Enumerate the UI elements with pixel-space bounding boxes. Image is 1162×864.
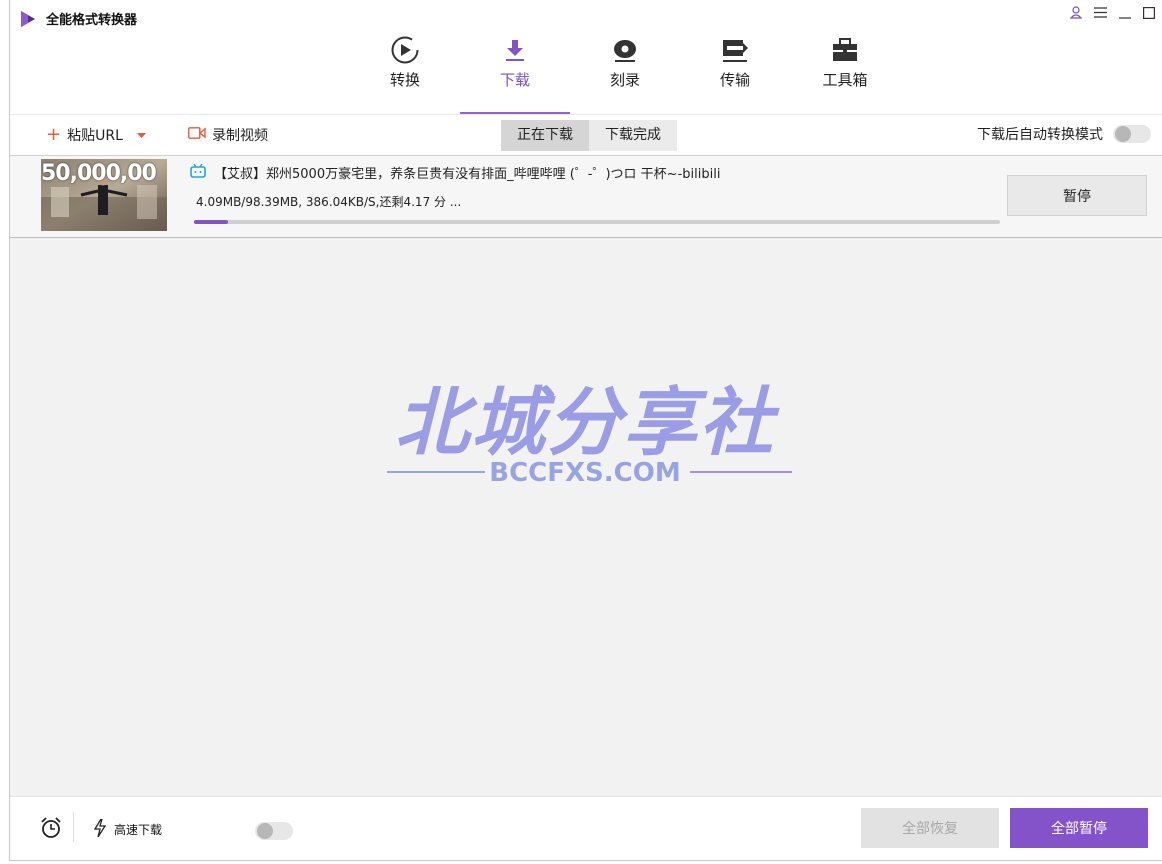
download-title-row: 【艾叔】郑州5000万豪宅里，养条巨贵有没有排面_哔哩哔哩 (゜-゜)つロ 干杯… — [190, 163, 720, 182]
download-progress-fill — [194, 220, 228, 224]
minimize-icon[interactable] — [1119, 7, 1131, 23]
paste-url-button[interactable]: + 粘贴URL — [46, 125, 146, 145]
maximize-icon[interactable] — [1143, 6, 1156, 23]
nav-download[interactable]: 下载 — [460, 34, 570, 114]
footer-bar: 高速下载 全部恢复 全部暂停 — [10, 796, 1162, 860]
convert-icon — [390, 34, 420, 66]
user-account-icon[interactable] — [1069, 6, 1083, 23]
tab-download-complete[interactable]: 下载完成 — [589, 120, 677, 151]
app-logo-icon — [21, 10, 35, 27]
nav-toolbox-label: 工具箱 — [822, 71, 868, 89]
watermark-subtitle: BCCFXS.COM — [489, 458, 681, 488]
auto-convert-setting: 下载后自动转换模式 — [977, 124, 1151, 144]
footer-divider — [73, 812, 74, 842]
watermark: 北城分享社 BCCFXS.COM — [360, 383, 810, 493]
nav-burn-label: 刻录 — [609, 71, 640, 89]
download-toolbar: + 粘贴URL 录制视频 正在下载 下载完成 下载后自动转换模式 — [10, 115, 1162, 156]
auto-convert-label: 下载后自动转换模式 — [977, 127, 1103, 143]
high-speed-label: 高速下载 — [114, 823, 163, 837]
alarm-clock-icon[interactable] — [40, 817, 62, 843]
record-video-label: 录制视频 — [212, 128, 268, 144]
resume-all-button[interactable]: 全部恢复 — [861, 808, 999, 848]
paste-url-label: 粘贴URL — [67, 128, 123, 144]
app-window: 全能格式转换器 转换 下载 刻录 传输 工具箱 + 粘贴URL 录制视频 正在下… — [9, 0, 1162, 861]
high-speed-download: 高速下载 — [93, 818, 163, 840]
download-progress-text: 4.09MB/98.39MB, 386.04KB/S,还剩4.17 分 ... — [196, 195, 462, 209]
download-title: 【艾叔】郑州5000万豪宅里，养条巨贵有没有排面_哔哩哔哩 (゜-゜)つロ 干杯… — [214, 167, 721, 182]
download-list-area: 北城分享社 BCCFXS.COM — [10, 238, 1162, 797]
download-icon — [504, 34, 526, 66]
watermark-title: 北城分享社 — [395, 380, 775, 466]
nav-transfer-label: 传输 — [719, 71, 750, 89]
high-speed-toggle[interactable] — [255, 822, 293, 840]
plus-icon: + — [46, 124, 62, 145]
lightning-icon — [93, 818, 107, 840]
download-progress-bar — [194, 220, 1000, 224]
burn-disc-icon — [612, 34, 638, 66]
window-controls — [1069, 6, 1156, 23]
nav-toolbox[interactable]: 工具箱 — [790, 34, 900, 114]
download-item[interactable]: 50,000,00 【艾叔】郑州5000万豪宅里，养条巨贵有没有排面_哔哩哔哩 … — [10, 156, 1162, 238]
nav-transfer[interactable]: 传输 — [680, 34, 790, 114]
tab-downloading[interactable]: 正在下载 — [501, 120, 589, 151]
bilibili-icon — [190, 163, 206, 182]
main-nav: 转换 下载 刻录 传输 工具箱 — [350, 34, 900, 114]
auto-convert-toggle[interactable] — [1113, 125, 1151, 143]
video-thumbnail: 50,000,00 — [41, 159, 167, 231]
download-tabs: 正在下载 下载完成 — [501, 120, 677, 151]
thumbnail-caption: 50,000,00 — [41, 161, 157, 186]
transfer-icon — [721, 34, 749, 66]
toolbox-icon — [831, 34, 859, 66]
app-title: 全能格式转换器 — [46, 13, 138, 28]
chevron-down-icon[interactable] — [136, 127, 146, 143]
nav-convert-label: 转换 — [389, 71, 420, 89]
nav-convert[interactable]: 转换 — [350, 34, 460, 114]
pause-all-button[interactable]: 全部暂停 — [1010, 808, 1148, 848]
menu-icon[interactable] — [1094, 7, 1107, 22]
pause-button[interactable]: 暂停 — [1007, 175, 1147, 216]
nav-download-label: 下载 — [499, 71, 530, 89]
video-camera-icon — [188, 127, 206, 143]
app-title-bar: 全能格式转换器 — [20, 9, 137, 28]
record-video-button[interactable]: 录制视频 — [188, 125, 268, 145]
nav-burn[interactable]: 刻录 — [570, 34, 680, 114]
